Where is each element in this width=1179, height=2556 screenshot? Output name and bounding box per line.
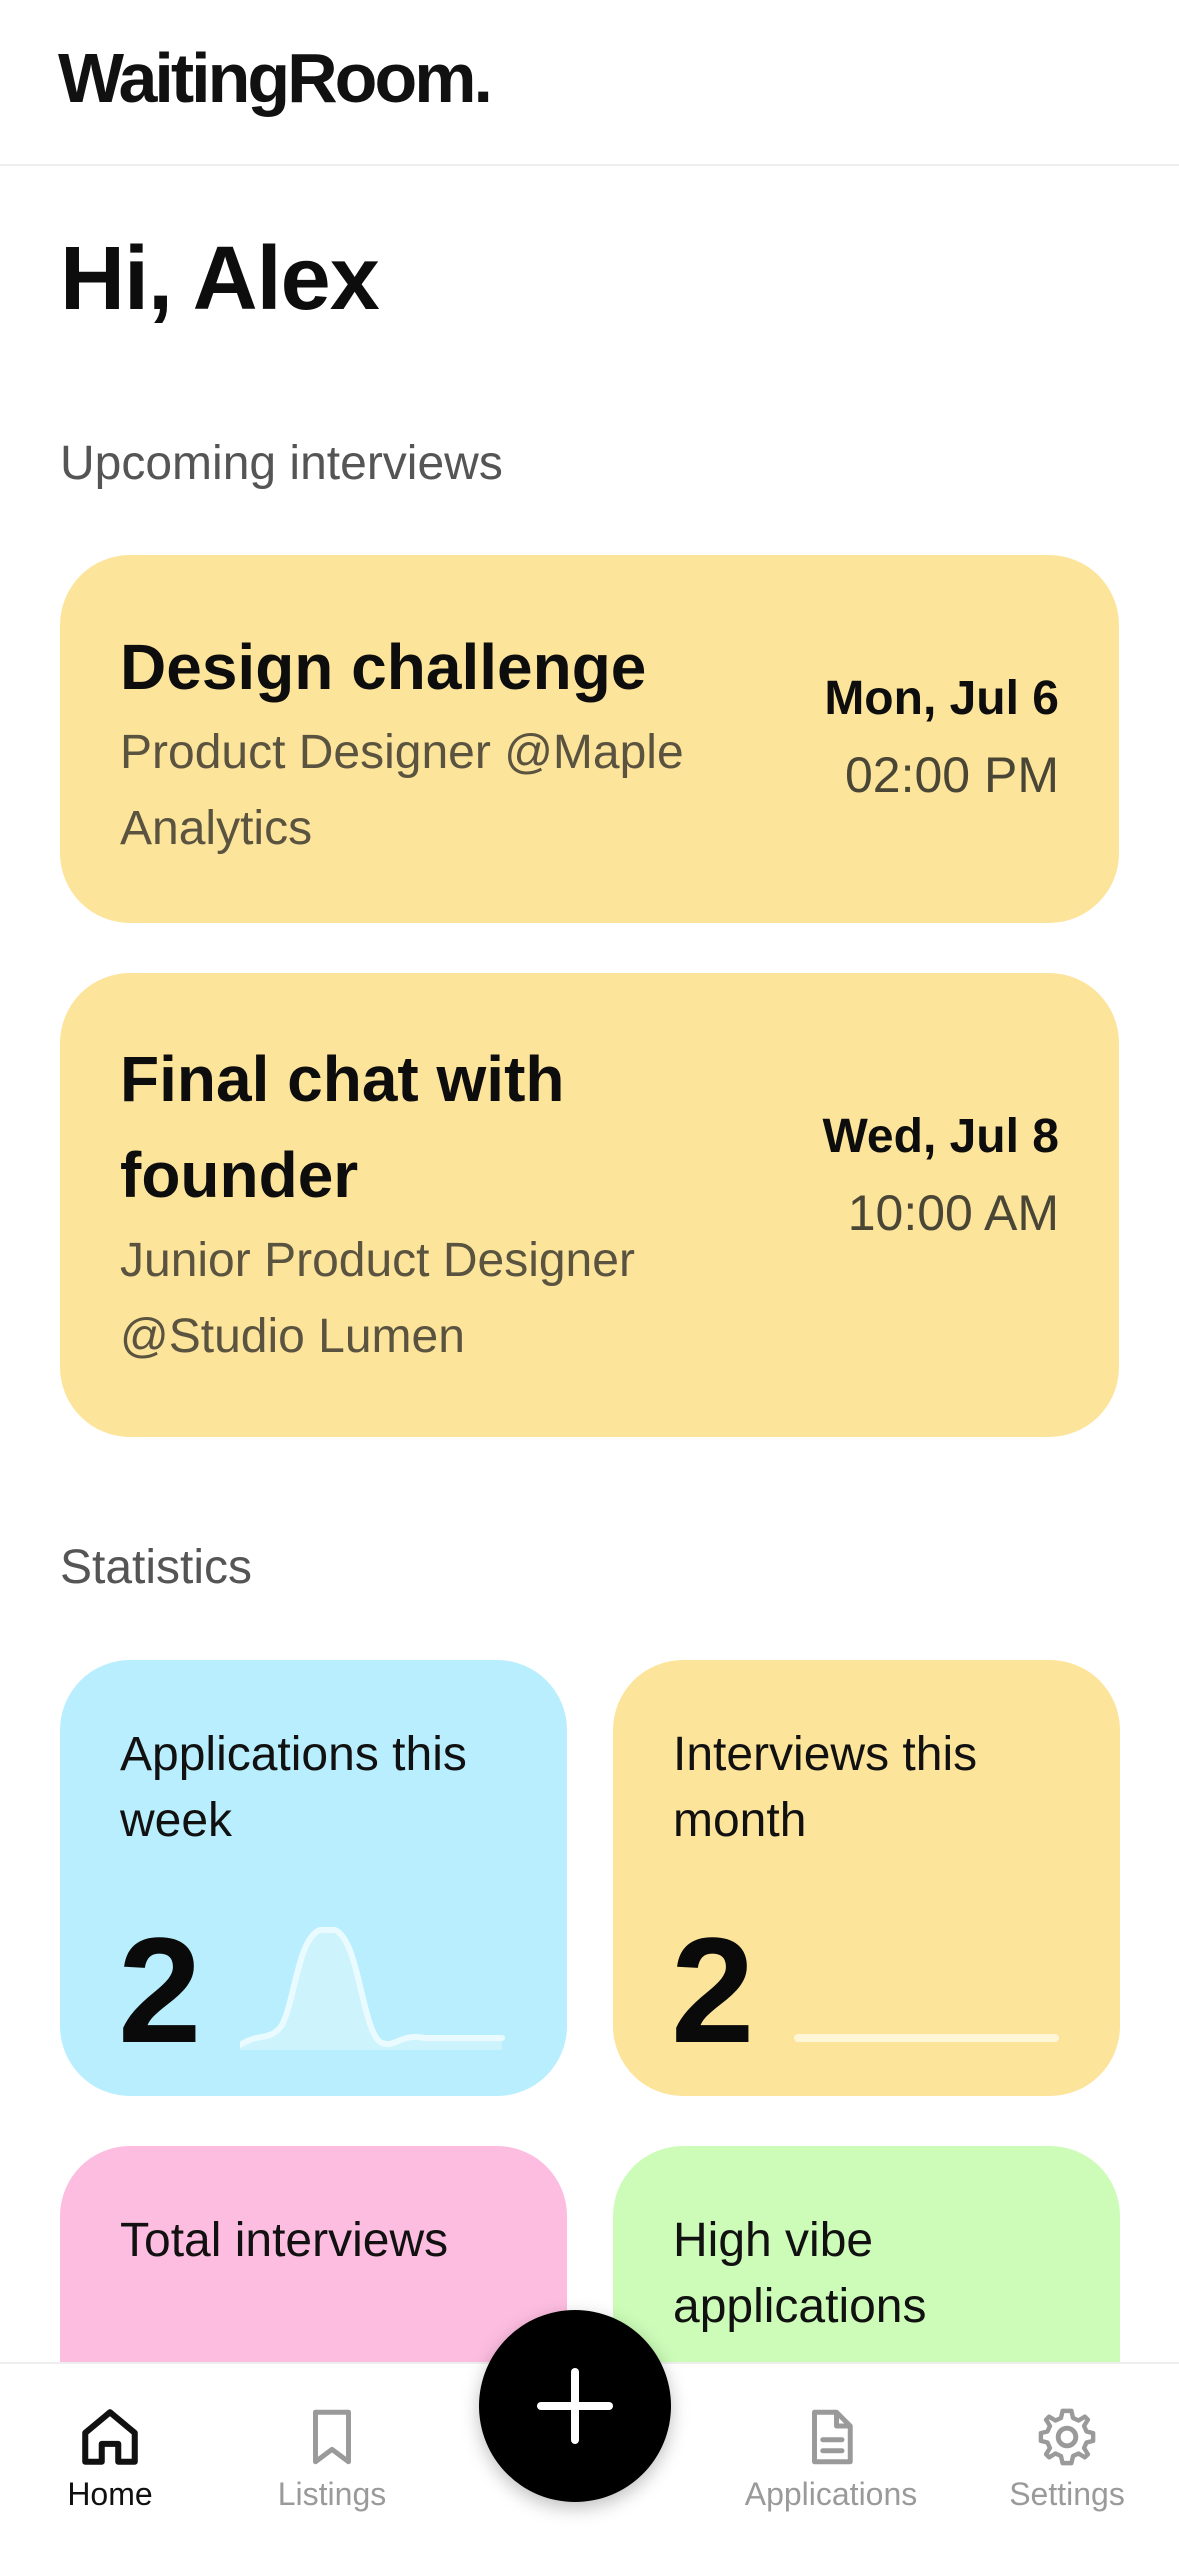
interview-role: Product Designer @Maple Analytics: [120, 726, 684, 855]
interview-title: Design challenge: [120, 631, 647, 703]
stat-label: Total interviews: [120, 2214, 449, 2267]
stat-label: High vibe applications: [673, 2214, 927, 2333]
nav-home[interactable]: Home: [10, 2404, 210, 2513]
upcoming-interviews-heading: Upcoming interviews: [60, 437, 503, 490]
stat-card-applications-week[interactable]: Applications this week 2: [60, 1660, 567, 2096]
stat-label: Applications this week: [120, 1728, 467, 1847]
app-header: WaitingRoom.: [0, 0, 1179, 166]
greeting-heading: Hi, Alex: [60, 229, 380, 329]
gear-icon: [1038, 2408, 1096, 2466]
interview-title: Final chat with founder: [120, 1043, 565, 1211]
interview-card[interactable]: Final chat with founder Junior Product D…: [60, 973, 1119, 1437]
nav-applications[interactable]: Applications: [731, 2404, 931, 2513]
interview-time: 10:00 AM: [847, 1185, 1059, 1241]
interview-card[interactable]: Design challenge Product Designer @Maple…: [60, 555, 1119, 923]
add-button[interactable]: [479, 2310, 671, 2502]
nav-label: Listings: [277, 2476, 387, 2512]
sparkline-chart: [240, 1927, 505, 2050]
stat-value: 2: [671, 1906, 755, 2074]
nav-label: Home: [67, 2476, 153, 2512]
app-logo[interactable]: WaitingRoom.: [58, 38, 493, 118]
bookmark-icon: [313, 2409, 351, 2465]
stat-label: Interviews this month: [673, 1728, 978, 1847]
nav-settings[interactable]: Settings: [967, 2404, 1167, 2513]
stat-card-interviews-month[interactable]: Interviews this month 2: [613, 1660, 1120, 2096]
interview-time: 02:00 PM: [844, 747, 1059, 803]
nav-listings[interactable]: Listings: [232, 2404, 432, 2513]
interview-date: Mon, Jul 6: [824, 672, 1059, 725]
sparkline-chart: [794, 2034, 1059, 2042]
interview-date: Wed, Jul 8: [822, 1110, 1059, 1163]
document-icon: [812, 2409, 853, 2465]
home-icon: [82, 2409, 138, 2465]
stat-value: 2: [118, 1906, 202, 2074]
nav-label: Applications: [744, 2476, 918, 2512]
nav-label: Settings: [1009, 2476, 1125, 2512]
plus-icon: [537, 2368, 613, 2444]
statistics-heading: Statistics: [60, 1541, 253, 1594]
interview-role: Junior Product Designer @Studio Lumen: [120, 1234, 635, 1363]
